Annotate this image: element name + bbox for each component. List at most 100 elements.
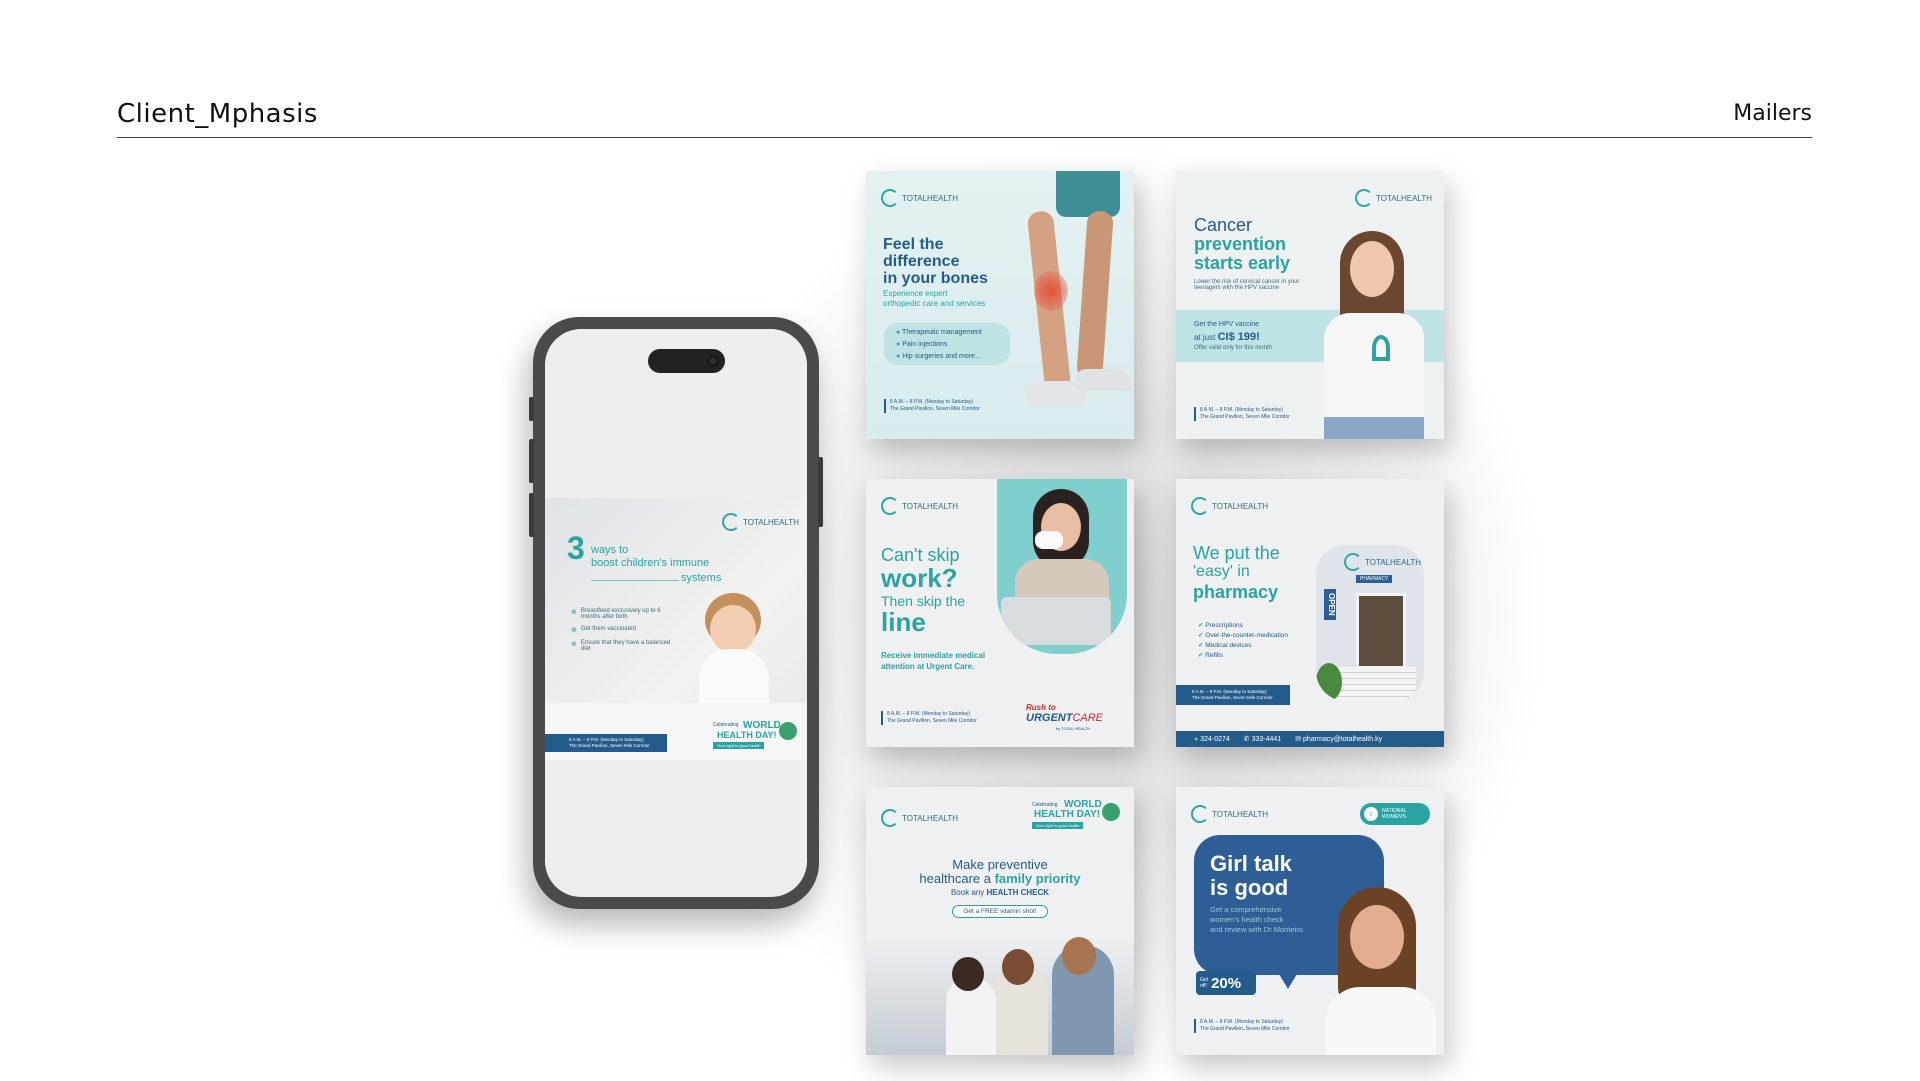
phone-volume-down xyxy=(529,493,534,537)
check-icon: ⊕ xyxy=(571,609,577,616)
phone-mailer-card[interactable]: TOTALHEALTH 3 ways to boost children's i… xyxy=(545,498,807,760)
total-health-logo: TOTALHEALTH xyxy=(1191,497,1268,515)
bullet-item: ⊕ Breastfeed exclusively up to 6 months a… xyxy=(571,608,681,620)
bones-title3: in your bones xyxy=(883,270,988,287)
family-line3: Book any HEALTH CHECK xyxy=(866,888,1134,897)
bullet-item: ✔ Prescriptions xyxy=(1198,621,1288,631)
top xyxy=(1326,987,1436,1055)
brand-main: URGENTCARE xyxy=(1026,712,1103,724)
discount-label: Get off! xyxy=(1200,977,1208,989)
mailer-card-family[interactable]: TOTALHEALTH Celebrating WORLD HEALTH DAY… xyxy=(866,787,1134,1055)
mailer-card-bones[interactable]: TOTALHEALTH Feel the difference in your … xyxy=(866,171,1134,439)
brand-care: CARE xyxy=(1072,712,1104,724)
phone-footer-bar: 8 A.M. – 8 P.M. (Monday to Saturday) The… xyxy=(545,734,667,752)
badge-text: NATIONAL WOMEN'S xyxy=(1382,808,1407,820)
ways-number: 3 xyxy=(567,530,585,566)
logo-text: TOTALHEALTH xyxy=(1375,193,1432,203)
bullet-text: Get them vaccinated xyxy=(580,626,636,632)
email: pharmacy@totalhealth.ky xyxy=(1303,736,1383,743)
pharmacy-sign: PHARMACY xyxy=(1356,575,1393,583)
family-line1: Make preventive xyxy=(952,857,1048,872)
woman-photo xyxy=(1316,887,1444,1055)
footer-hours: 8 A.M. – 8 P.M. (Monday to Saturday) xyxy=(1200,407,1284,413)
bullet-text: Prescriptions xyxy=(1205,622,1243,629)
dynamic-island xyxy=(648,349,725,373)
bullet-item: ● Hip surgeries and more... xyxy=(896,351,982,363)
globe-icon xyxy=(1102,803,1120,821)
footer-address: The Grand Pavilion, Seven Mile Corridor xyxy=(1200,1026,1290,1032)
phone-bullets: ⊕ Breastfeed exclusively up to 6 months a… xyxy=(571,608,681,652)
logo-mark-icon xyxy=(1344,553,1362,571)
logo-mark-icon xyxy=(1354,189,1373,207)
family-line2b: family priority xyxy=(994,871,1081,886)
offer-price: CI$ 199! xyxy=(1217,331,1260,343)
email-icon: ✉ xyxy=(1295,736,1303,743)
bullet-text: Ensure that they have a balanced diet xyxy=(580,640,671,652)
cancer-desc: Lower the risk of cervical cancer in you… xyxy=(1194,279,1300,291)
face xyxy=(1350,241,1394,297)
cancer-title1: Cancer xyxy=(1194,215,1253,235)
bullet-text: Pain injections xyxy=(902,341,948,348)
badge-line1: Celebrating xyxy=(713,722,739,728)
bullet-item: ✔ Refills xyxy=(1198,651,1288,661)
contact-email[interactable]: ✉ pharmacy@totalhealth.ky xyxy=(1295,735,1382,743)
pharmacy-bullets: ✔ Prescriptions ✔ Over-the-counter-medic… xyxy=(1198,621,1288,661)
discount-value: 20% xyxy=(1211,974,1242,992)
mailer-card-urgent-care[interactable]: TOTALHEALTH Can't skip work? Then skip t… xyxy=(866,479,1134,747)
work-cta1: Receive immediate medical xyxy=(881,651,986,660)
check-icon: ⊕ xyxy=(571,641,577,648)
girl-sub1: Get a comprehensive xyxy=(1210,905,1282,914)
bullet-item: ● Therapeutic management xyxy=(896,327,982,339)
pharmacy-line3: pharmacy xyxy=(1193,582,1279,602)
offer-line2: at just CI$ 199! xyxy=(1194,331,1260,343)
cancer-footer: 8 A.M. – 8 P.M. (Monday to Saturday) The… xyxy=(1194,407,1290,421)
bullet-text: Medical devices xyxy=(1205,642,1252,649)
bones-sub1: Experience expert xyxy=(883,289,948,298)
family-photo xyxy=(866,937,1134,1055)
total-health-logo: TOTALHEALTH xyxy=(881,809,958,827)
vitamin-pill-badge[interactable]: Get a FREE vitamin shot! xyxy=(952,905,1048,918)
ribbon-icon xyxy=(1372,335,1390,361)
girl-title2: is good xyxy=(1210,875,1289,900)
door xyxy=(1356,593,1406,669)
footer-address: The Grand Pavilion, Seven Mile Corridor xyxy=(569,743,650,748)
girl-sub3: and review with Dr Monteiro xyxy=(1210,925,1303,934)
bullet-item: ⊕ Ensure that they have a balanced diet xyxy=(571,640,681,652)
section-label: Mailers xyxy=(1733,101,1812,126)
cancer-title2: prevention xyxy=(1194,234,1287,254)
child-face xyxy=(710,605,756,653)
phone-volume-up xyxy=(529,439,534,483)
open-flag: OPEN xyxy=(1324,589,1336,620)
bullet-text: Breastfeed exclusively up to 6 months af… xyxy=(580,608,661,620)
legs-photo xyxy=(1026,171,1134,439)
header-divider xyxy=(117,137,1812,138)
mailer-card-pharmacy[interactable]: TOTALHEALTH We put the 'easy' in pharmac… xyxy=(1176,479,1444,747)
venus-icon: ♀ xyxy=(1364,807,1378,821)
footer-hours: 8 A.M. – 8 P.M. (Monday to Saturday) xyxy=(890,399,974,405)
work-footer: 8 A.M. – 8 P.M. (Monday to Saturday) The… xyxy=(881,711,977,725)
logo-mark-icon xyxy=(881,809,899,827)
mailer-card-girl-talk[interactable]: TOTALHEALTH ♀ NATIONAL WOMEN'S Girl talk… xyxy=(1176,787,1444,1055)
photo-panel xyxy=(997,479,1127,654)
contact-phone[interactable]: ✆ 333-4441 xyxy=(1244,735,1281,743)
contact-whatsapp[interactable]: ● 324-0274 xyxy=(1194,736,1230,743)
mailer-card-cancer[interactable]: TOTALHEALTH Cancer prevention starts ear… xyxy=(1176,171,1444,439)
ways-line1: ways to xyxy=(591,544,629,556)
laptop xyxy=(1001,597,1111,645)
shoe-right xyxy=(1076,369,1132,391)
badge-health: HEALTH DAY! xyxy=(717,730,777,740)
phone2: 333-4441 xyxy=(1251,736,1282,743)
cancer-title3: starts early xyxy=(1194,253,1291,273)
bullet-text: Over-the-counter-medication xyxy=(1205,632,1288,639)
shirt xyxy=(1324,313,1424,423)
girl-title1: Girl talk xyxy=(1210,851,1292,876)
bones-title2: difference xyxy=(883,253,960,270)
badge-tag: Your right to good health xyxy=(1032,822,1084,829)
phone-side-button xyxy=(529,397,534,421)
footer-hours: 8 A.M. – 8 P.M. (Monday to Saturday) xyxy=(887,711,971,717)
national-womens-badge: ♀ NATIONAL WOMEN'S xyxy=(1360,803,1430,825)
storefront-photo: TOTALHEALTH PHARMACY OPEN xyxy=(1316,545,1424,701)
check-icon: ⊕ xyxy=(571,627,577,634)
world-health-day-badge: Celebrating WORLD HEALTH DAY! Your right… xyxy=(1032,799,1122,833)
family-line2a: healthcare a xyxy=(919,871,995,886)
